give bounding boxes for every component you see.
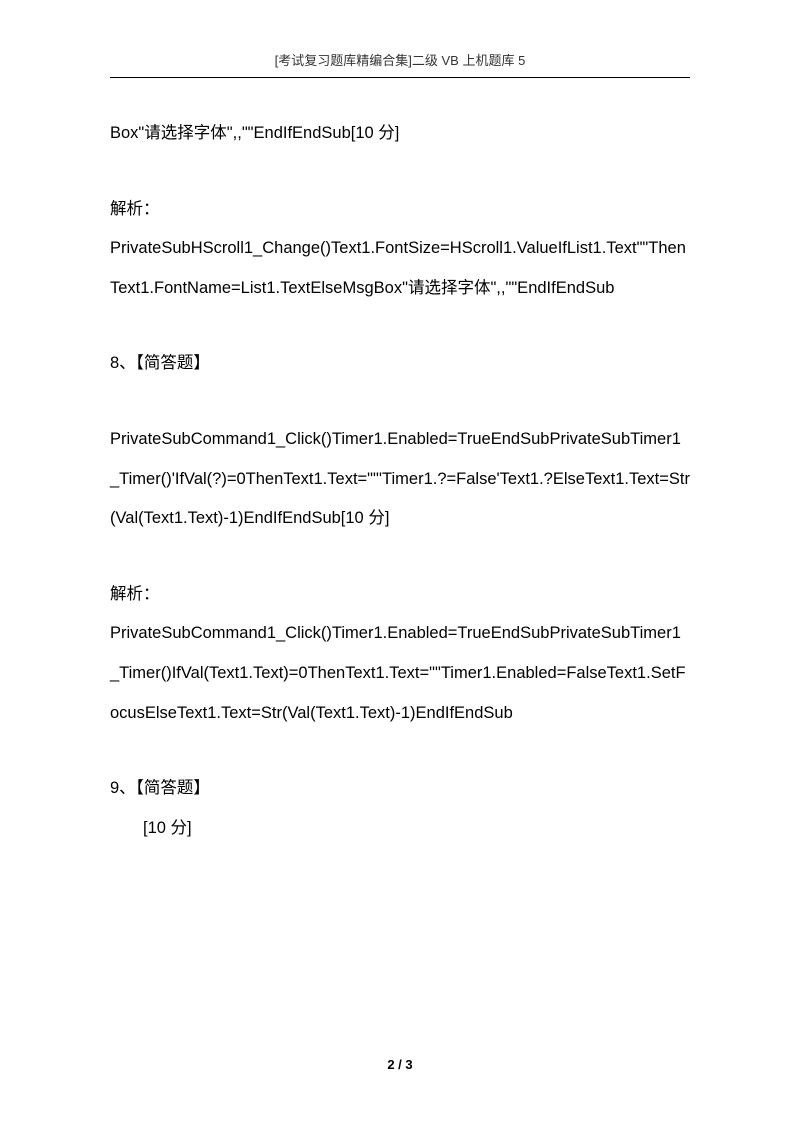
page-footer: 2 / 3 (110, 1053, 690, 1072)
analysis-label: 解析： (110, 200, 160, 218)
question-9-block: 9、【简答题】 [10 分] (110, 769, 690, 848)
analysis-block-1: 解析： PrivateSubHScroll1_Change()Text1.Fon… (110, 190, 690, 309)
question-8-heading: 8、【简答题】 (110, 344, 690, 384)
question-8-body: PrivateSubCommand1_Click()Timer1.Enabled… (110, 420, 690, 539)
analysis-body: PrivateSubHScroll1_Change()Text1.FontSiz… (110, 239, 686, 297)
question-9-points: [10 分] (110, 809, 690, 849)
page-content: Box"请选择字体",,""EndIfEndSub[10 分] 解析： Priv… (110, 114, 690, 1053)
header-text: [考试复习题库精编合集]二级 VB 上机题库 5 (275, 53, 526, 68)
analysis-body: PrivateSubCommand1_Click()Timer1.Enabled… (110, 624, 686, 721)
analysis-block-2: 解析： PrivateSubCommand1_Click()Timer1.Ena… (110, 575, 690, 733)
page-number: 2 / 3 (387, 1057, 412, 1072)
page-header: [考试复习题库精编合集]二级 VB 上机题库 5 (110, 50, 690, 78)
paragraph-continuation: Box"请选择字体",,""EndIfEndSub[10 分] (110, 114, 690, 154)
analysis-label: 解析： (110, 585, 160, 603)
document-page: [考试复习题库精编合集]二级 VB 上机题库 5 Box"请选择字体",,""E… (0, 0, 800, 1132)
question-9-heading: 9、【简答题】 (110, 769, 690, 809)
